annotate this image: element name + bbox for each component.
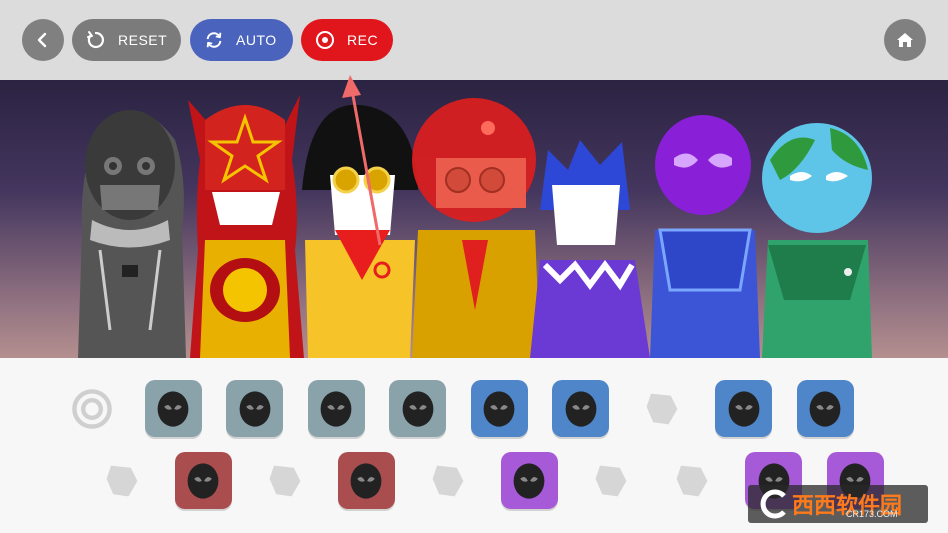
character-stage (0, 80, 948, 358)
alien-face-sound-icon[interactable] (226, 380, 283, 437)
crystal-sound-icon[interactable] (552, 380, 609, 437)
red-helmet-character[interactable] (412, 98, 540, 358)
yellow-goggles-character[interactable] (302, 104, 418, 358)
speaker-sound-icon[interactable] (715, 380, 772, 437)
red-star-character[interactable] (188, 95, 304, 358)
star-badge-sound-icon[interactable] (93, 452, 150, 509)
target-sound-icon[interactable] (63, 380, 120, 437)
alien-head-sound-icon[interactable] (144, 380, 202, 437)
chevron-left-icon (37, 32, 47, 48)
record-icon (315, 30, 335, 50)
reset-label: RESET (118, 32, 168, 48)
auto-button[interactable]: AUTO (190, 19, 293, 61)
home-icon (897, 33, 913, 47)
blue-cat-character[interactable] (530, 140, 650, 358)
reset-button[interactable]: RESET (72, 19, 181, 61)
auto-label: AUTO (236, 32, 277, 48)
refresh-icon (204, 30, 224, 50)
rec-label: REC (347, 32, 379, 48)
home-button[interactable] (884, 19, 926, 61)
top-hat-sound-icon[interactable] (337, 452, 395, 509)
beard-sound-icon[interactable] (419, 452, 476, 509)
top-toolbar: RESET AUTO REC (0, 0, 948, 80)
crab-sound-icon[interactable] (470, 380, 528, 437)
collar-sound-icon[interactable] (500, 452, 558, 509)
fan-sound-icon[interactable] (664, 452, 721, 509)
reset-icon (86, 30, 106, 50)
watermark-logo-icon (760, 489, 786, 519)
grey-hooded-character[interactable] (78, 110, 186, 358)
map-sound-icon[interactable] (634, 380, 691, 437)
broken-shape-sound-icon[interactable] (582, 452, 639, 509)
planet-sound-icon[interactable] (174, 452, 232, 509)
earth-head-character[interactable] (762, 123, 872, 358)
mask-sound-icon[interactable] (307, 380, 365, 437)
back-button[interactable] (22, 19, 64, 61)
horned-helmet-sound-icon[interactable] (389, 380, 446, 437)
watermark: 西西软件园 CR173.COM (748, 485, 928, 523)
number-box-sound-icon[interactable] (796, 380, 854, 437)
watermark-url: CR173.COM (846, 509, 898, 519)
glasses-sound-icon[interactable] (256, 452, 313, 509)
purple-alien-character[interactable] (650, 115, 760, 358)
rec-button[interactable]: REC (301, 19, 393, 61)
